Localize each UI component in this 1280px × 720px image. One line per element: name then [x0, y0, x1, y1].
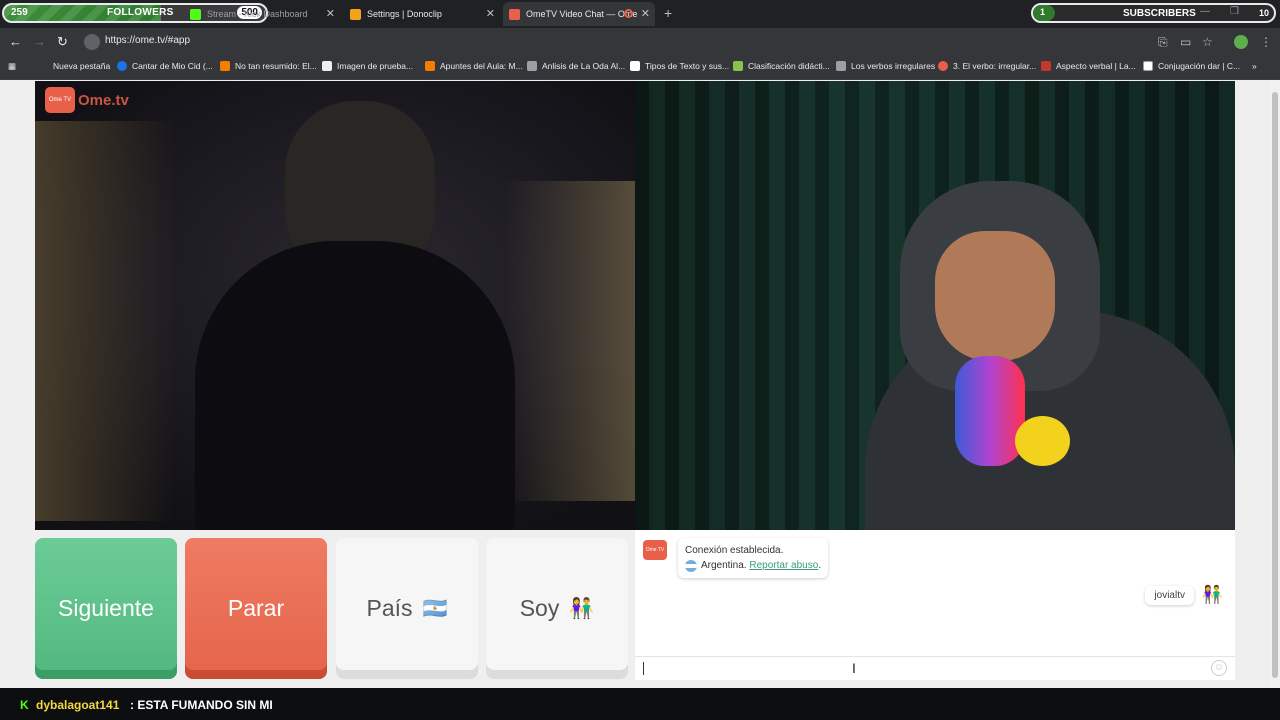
bookmark-item[interactable]: Anlisis de La Oda Al...	[527, 61, 625, 71]
tab-kick-dashboard[interactable]: Stream - Kick Dashboard ✕	[190, 4, 335, 24]
video-light	[35, 121, 175, 521]
bookmark-icon	[836, 61, 846, 71]
forward-icon[interactable]: →	[33, 34, 46, 49]
bookmark-item[interactable]: Imagen de prueba...	[322, 61, 413, 71]
system-message: Conexión establecida. Argentina. Reporta…	[678, 538, 829, 578]
bookmark-item[interactable]: Los verbos irregulares	[836, 61, 935, 71]
rubber-duck	[1015, 416, 1070, 466]
subscribers-label: SUBSCRIBERS	[1123, 8, 1196, 19]
subscribers-count: 1	[1040, 7, 1046, 17]
chat-panel: Ome TV Conexión establecida. Argentina. …	[635, 530, 1235, 680]
self-video	[635, 81, 1235, 530]
reload-icon[interactable]: ↻	[57, 34, 68, 50]
donoclip-icon	[350, 8, 361, 20]
gender-button[interactable]: Soy 👫	[486, 538, 628, 679]
chat-input[interactable]: ☺	[635, 656, 1235, 680]
page-scrollbar[interactable]	[1270, 80, 1280, 688]
argentina-flag-icon	[685, 559, 697, 572]
next-button[interactable]: Siguiente	[35, 538, 177, 679]
apps-icon[interactable]: ▦	[8, 61, 16, 72]
followers-count: 259	[11, 7, 28, 18]
couple-icon: 👫	[1201, 585, 1223, 604]
country-button[interactable]: País 🇦🇷	[336, 538, 478, 679]
tab-ometv[interactable]: OmeTV Video Chat — Ome ✕	[503, 2, 655, 26]
profile-avatar[interactable]	[1234, 35, 1248, 49]
streamer-face	[935, 231, 1055, 361]
emoji-icon[interactable]: ☺	[1211, 660, 1227, 676]
own-name-badge: jovialtv	[1145, 586, 1194, 605]
url-text: https://ome.tv/#app	[105, 35, 191, 46]
tab-title: Stream - Kick Dashboard	[207, 9, 308, 19]
bookmark-icon	[938, 61, 948, 71]
stop-button[interactable]: Parar	[185, 538, 327, 679]
followers-label: FOLLOWERS	[107, 7, 174, 18]
new-tab-button[interactable]: +	[664, 5, 672, 21]
bookmark-item[interactable]: Clasificación didácti...	[733, 61, 830, 71]
address-bar[interactable]: https://ome.tv/#app	[80, 31, 1222, 53]
site-info-icon[interactable]	[84, 34, 100, 50]
argentina-flag-icon: 🇦🇷	[422, 598, 448, 620]
tab-bar: 259 FOLLOWERS 500 Stream - Kick Dashboar…	[0, 0, 1280, 28]
ometv-icon	[509, 8, 520, 20]
blogger-icon	[425, 61, 435, 71]
bookmark-icon	[1143, 61, 1153, 71]
partner-country: Argentina.	[701, 560, 747, 571]
ometv-logo-text: Ome.tv	[78, 91, 129, 109]
close-icon[interactable]: ✕	[326, 7, 335, 20]
blogger-icon	[220, 61, 230, 71]
minimize-icon[interactable]: —	[1200, 6, 1210, 17]
tab-title: Settings | Donoclip	[367, 9, 442, 19]
couple-icon: 👫	[569, 598, 595, 620]
bookmark-item[interactable]: No tan resumido: El...	[220, 61, 317, 71]
translate-icon[interactable]: ⎘	[1158, 35, 1168, 50]
menu-icon[interactable]: ⋮	[1260, 35, 1272, 49]
stream-chat-ticker: K dybalagoat141 : ESTA FUMANDO SIN MI	[0, 688, 1280, 720]
tab-donoclip[interactable]: Settings | Donoclip ✕	[350, 4, 495, 24]
report-abuse-link[interactable]: Reportar abuso	[749, 558, 818, 573]
ometv-logo-icon: Ome TV	[45, 87, 75, 113]
recording-icon	[624, 9, 633, 18]
more-bookmarks-icon[interactable]: »	[1252, 61, 1257, 71]
text-cursor-icon: I	[852, 660, 856, 676]
bookmark-item[interactable]: 3. El verbo: irregular...	[938, 61, 1036, 71]
subscribers-goal-widget: 1 SUBSCRIBERS 10	[1031, 3, 1276, 23]
bookmark-item[interactable]: Cantar de Mio Cid (...	[117, 61, 213, 71]
bookmark-icon	[527, 61, 537, 71]
ometv-logo: Ome TV Ome.tv	[45, 87, 129, 113]
bookmark-item[interactable]: Tipos de Texto y sus...	[630, 61, 729, 71]
bookmark-icon	[1041, 61, 1051, 71]
stranger-video	[35, 81, 635, 530]
stranger-silhouette	[195, 241, 515, 530]
restore-icon[interactable]: ❐	[1230, 6, 1239, 17]
back-icon[interactable]: ←	[9, 34, 22, 49]
ometv-avatar-icon: Ome TV	[643, 540, 667, 560]
bookmark-item[interactable]: Conjugación dar | C...	[1143, 61, 1240, 71]
scrollbar-thumb[interactable]	[1272, 92, 1278, 678]
kick-icon	[190, 8, 201, 20]
subscribers-goal: 10	[1258, 8, 1269, 18]
tab-title: OmeTV Video Chat — Ome	[526, 9, 638, 19]
browser-toolbar: ← → ↻ https://ome.tv/#app ⎘ ▭ ☆ ⋮	[0, 28, 1280, 56]
chat-username: dybalagoat141	[36, 698, 120, 712]
video-light	[505, 181, 635, 501]
bookmark-item[interactable]: Aspecto verbal | La...	[1041, 61, 1136, 71]
text-caret	[643, 662, 644, 675]
bookmark-icon	[117, 61, 127, 71]
bookmark-icon	[322, 61, 332, 71]
close-icon[interactable]: ✕	[641, 7, 650, 20]
chat-message: : ESTA FUMANDO SIN MI	[130, 698, 273, 712]
connection-status: Conexión establecida.	[685, 545, 784, 556]
bookmark-star-icon[interactable]: ☆	[1202, 35, 1213, 49]
bookmarks-bar: ▦ Nueva pestaña Cantar de Mio Cid (... N…	[0, 56, 1280, 80]
bookmark-icon	[733, 61, 743, 71]
cast-icon[interactable]: ▭	[1180, 35, 1191, 49]
rgb-microphone	[955, 356, 1025, 466]
close-icon[interactable]: ✕	[486, 7, 495, 20]
bookmark-item[interactable]: Nueva pestaña	[53, 61, 110, 71]
bookmark-icon	[630, 61, 640, 71]
kick-icon: K	[20, 698, 29, 712]
bookmark-item[interactable]: Apuntes del Aula: M...	[425, 61, 523, 71]
